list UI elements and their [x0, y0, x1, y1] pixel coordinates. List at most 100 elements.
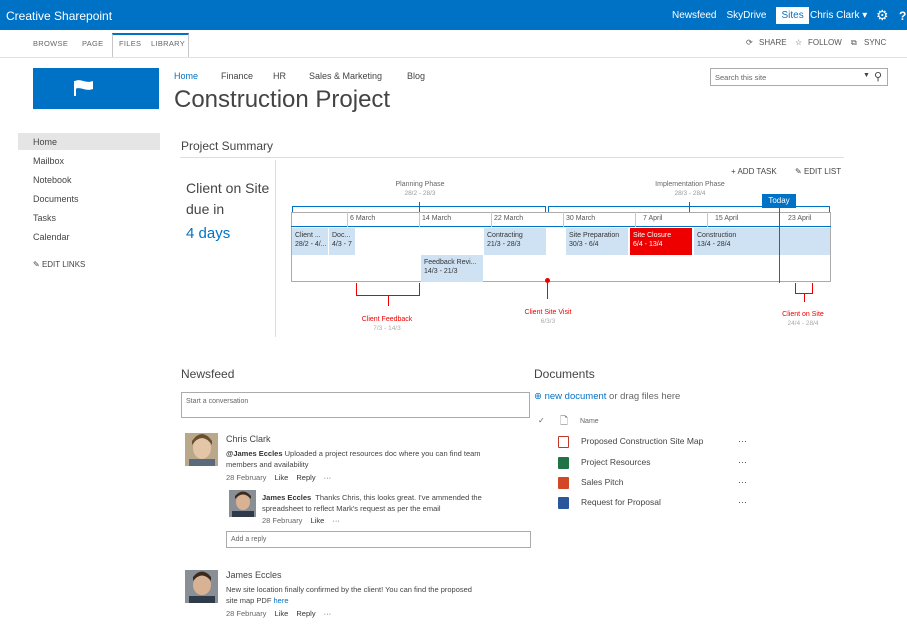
- search-icon[interactable]: ⚲: [874, 70, 882, 83]
- more-button[interactable]: ···: [332, 516, 340, 525]
- like-button[interactable]: Like: [311, 516, 325, 525]
- task-name: Site Closure: [633, 232, 672, 239]
- post-text: New site location finally confirmed by t…: [226, 584, 472, 606]
- topnav-finance[interactable]: Finance: [221, 71, 253, 81]
- task-dates: 14/3 - 21/3: [424, 268, 458, 275]
- post-author[interactable]: Chris Clark: [226, 434, 271, 444]
- reply-placeholder: Add a reply: [231, 536, 267, 543]
- days-countdown[interactable]: 4 days: [186, 225, 230, 242]
- task-dates: 30/3 - 6/4: [569, 241, 599, 248]
- phase-planning[interactable]: Planning Phase 28/2 - 28/3: [380, 181, 460, 197]
- start-conversation-input[interactable]: Start a conversation: [181, 392, 530, 418]
- reply-button[interactable]: Reply: [296, 473, 315, 482]
- post-text-line: New site location finally confirmed by t…: [226, 585, 472, 594]
- more-button[interactable]: ···: [324, 473, 332, 482]
- leftnav-notebook[interactable]: Notebook: [33, 175, 72, 185]
- divider: [275, 160, 276, 337]
- flag-icon: [74, 80, 93, 96]
- document-link[interactable]: Sales Pitch: [581, 477, 624, 487]
- reply-author[interactable]: James Eccles: [262, 493, 311, 502]
- here-link[interactable]: here: [274, 596, 289, 605]
- search-scope-dropdown-icon[interactable]: ▼: [863, 72, 870, 79]
- callout-stem: [804, 294, 805, 302]
- mention-link[interactable]: @James Eccles: [226, 449, 283, 458]
- callout-client-feedback[interactable]: Client Feedback 7/3 - 14/3: [342, 316, 432, 332]
- tab-browse[interactable]: BROWSE: [33, 39, 68, 48]
- reply-text: James Eccles Thanks Chris, this looks gr…: [262, 492, 482, 514]
- brand-link[interactable]: Creative Sharepoint: [6, 9, 112, 23]
- edit-list-button[interactable]: ✎ EDIT LIST: [795, 167, 841, 176]
- leftnav-tasks[interactable]: Tasks: [33, 213, 56, 223]
- task-site-preparation[interactable]: Site Preparation 30/3 - 6/4: [566, 228, 628, 255]
- tab-files[interactable]: FILES: [119, 39, 141, 48]
- avatar[interactable]: [229, 490, 256, 517]
- document-more-button[interactable]: ···: [738, 477, 747, 487]
- person-photo-icon: [185, 570, 218, 603]
- task-feedback-review[interactable]: Feedback Revi... 14/3 - 21/3: [421, 255, 483, 282]
- plus-circle-icon[interactable]: ⊕: [534, 391, 542, 402]
- document-link[interactable]: Proposed Construction Site Map: [581, 436, 703, 446]
- add-task-button[interactable]: + ADD TASK: [731, 167, 777, 176]
- document-more-button[interactable]: ···: [738, 497, 747, 507]
- user-menu[interactable]: Chris Clark ▾: [810, 10, 867, 21]
- search-box[interactable]: Search this site ▼ ⚲: [710, 68, 888, 86]
- share-icon[interactable]: ⟳: [746, 38, 753, 47]
- callout-client-site-visit[interactable]: Client Site Visit 6/3/3: [498, 309, 598, 325]
- suite-link-newsfeed[interactable]: Newsfeed: [672, 10, 716, 24]
- help-icon[interactable]: ?: [899, 9, 906, 23]
- like-button[interactable]: Like: [275, 473, 289, 482]
- leftnav-mailbox[interactable]: Mailbox: [33, 156, 64, 166]
- callout-name: Client on Site: [782, 311, 824, 318]
- pencil-icon: ✎: [795, 167, 804, 176]
- task-blank[interactable]: [780, 228, 830, 255]
- search-input[interactable]: Search this site: [715, 73, 766, 82]
- like-button[interactable]: Like: [275, 609, 289, 618]
- task-client[interactable]: Client ... 28/2 - 4/...: [292, 228, 328, 255]
- task-site-closure[interactable]: Site Closure 6/4 - 13/4: [630, 228, 692, 255]
- suite-link-sites[interactable]: Sites: [776, 7, 809, 24]
- leftnav-home[interactable]: Home: [33, 137, 57, 147]
- suite-link-skydrive[interactable]: SkyDrive: [726, 10, 766, 24]
- topnav-hr[interactable]: HR: [273, 71, 286, 81]
- document-more-button[interactable]: ···: [738, 457, 747, 467]
- phase-implementation[interactable]: Implementation Phase 28/3 - 28/4: [640, 181, 740, 197]
- document-more-button[interactable]: ···: [738, 436, 747, 446]
- avatar[interactable]: [185, 570, 218, 603]
- document-link[interactable]: Request for Proposal: [581, 497, 661, 507]
- leftnav-calendar[interactable]: Calendar: [33, 232, 70, 242]
- sync-button[interactable]: SYNC: [864, 38, 886, 47]
- follow-icon[interactable]: ☆: [795, 38, 802, 47]
- document-link[interactable]: Project Resources: [581, 457, 650, 467]
- share-button[interactable]: SHARE: [759, 38, 787, 47]
- sync-icon[interactable]: ⧉: [851, 38, 857, 48]
- name-column-header[interactable]: Name: [580, 418, 599, 425]
- new-document-link[interactable]: new document: [545, 391, 607, 402]
- task-construction[interactable]: Construction 13/4 - 28/4: [694, 228, 780, 255]
- gear-icon[interactable]: ⚙: [876, 7, 889, 24]
- task-contracting[interactable]: Contracting 21/3 - 28/3: [484, 228, 546, 255]
- follow-button[interactable]: FOLLOW: [808, 38, 842, 47]
- edit-links-button[interactable]: ✎ EDIT LINKS: [33, 260, 85, 269]
- timeline-header: 6 March 14 March 22 March 30 March 7 Apr…: [291, 212, 831, 227]
- topnav-home[interactable]: Home: [174, 71, 198, 81]
- add-reply-input[interactable]: Add a reply: [226, 531, 531, 548]
- callout-client-on-site[interactable]: Client on Site 24/4 - 28/4: [770, 311, 836, 327]
- post-date: 28 February: [226, 609, 267, 618]
- site-logo[interactable]: [33, 68, 159, 109]
- tab-page[interactable]: PAGE: [82, 39, 103, 48]
- avatar[interactable]: [185, 433, 218, 466]
- reply-button[interactable]: Reply: [296, 609, 315, 618]
- select-all-checkmark-icon[interactable]: ✓: [538, 416, 545, 425]
- tab-library[interactable]: LIBRARY: [151, 39, 185, 48]
- task-doc[interactable]: Doc... 4/3 - 7: [329, 228, 355, 255]
- pdf-file-icon: [558, 436, 569, 448]
- new-document-area: ⊕ new document or drag files here: [534, 391, 680, 402]
- leftnav-documents[interactable]: Documents: [33, 194, 79, 204]
- post-author[interactable]: James Eccles: [226, 570, 282, 580]
- task-name: Client ...: [295, 232, 321, 239]
- topnav-sales-marketing[interactable]: Sales & Marketing: [309, 71, 382, 81]
- topnav-blog[interactable]: Blog: [407, 71, 425, 81]
- more-button[interactable]: ···: [324, 609, 332, 618]
- timeline-date-label: 30 March: [566, 215, 596, 222]
- reply-text-line: Thanks Chris, this looks great. I've amm…: [315, 493, 482, 502]
